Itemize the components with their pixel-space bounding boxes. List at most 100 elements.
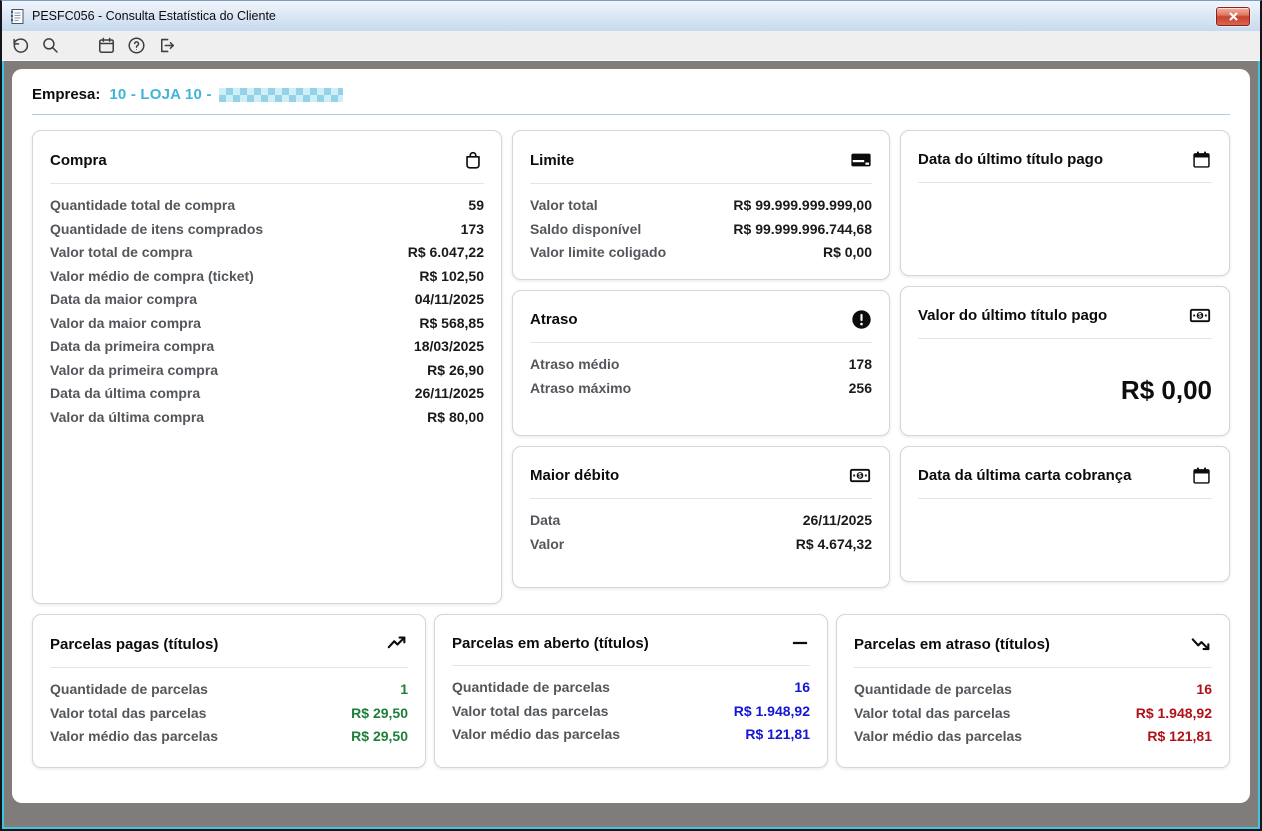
- stat-label: Data da última compra: [50, 385, 201, 401]
- stat-value: R$ 0,00: [822, 244, 872, 260]
- stat-label: Data da maior compra: [50, 291, 198, 307]
- parcelas-em-atraso-card: Parcelas em atraso (títulos) Quantidade …: [836, 614, 1230, 768]
- main-area: Empresa: 10 - LOJA 10 - Compra Quantidad…: [2, 61, 1260, 829]
- stat-label: Data da primeira compra: [50, 338, 215, 354]
- stat-value: R$ 568,85: [419, 314, 484, 331]
- stat-row: Valor limite coligado R$ 0,00: [530, 241, 872, 265]
- stat-value: 178: [848, 356, 872, 372]
- stat-label: Quantidade de parcelas: [854, 681, 1012, 697]
- stat-row: Valor médio das parcelas R$ 121,81: [854, 725, 1212, 749]
- toolbar: [2, 31, 1260, 61]
- stat-value: 04/11/2025: [414, 291, 484, 307]
- stat-value: R$ 99.999.996.744,68: [733, 220, 872, 237]
- divider: [530, 498, 872, 499]
- parcelas-em-aberto-rows: Quantidade de parcelas 16 Valor total das …: [452, 676, 810, 747]
- atraso-rows: Atraso médio 178 Atraso máximo 256: [530, 353, 872, 400]
- card-title: Data do último título pago: [918, 151, 1103, 168]
- calendar-icon: [1191, 465, 1212, 486]
- search-icon[interactable]: [37, 33, 63, 59]
- stat-value: R$ 26,90: [427, 361, 484, 378]
- document-icon: [9, 8, 26, 25]
- stat-label: Valor médio de compra (ticket): [50, 267, 254, 284]
- exclamation-circle-icon: [851, 309, 872, 330]
- right-column: Data do último título pago Valor do últi…: [900, 130, 1230, 604]
- stat-value: R$ 80,00: [427, 408, 484, 425]
- app-window: PESFC056 - Consulta Estatística do Clien…: [0, 0, 1262, 831]
- ultimo-titulo-pago-value: R$ 0,00: [1120, 375, 1212, 405]
- stat-label: Quantidade de itens comprados: [50, 220, 264, 237]
- stat-value: 26/11/2025: [802, 512, 872, 528]
- stat-value: 16: [794, 679, 810, 695]
- stat-value: 59: [468, 197, 484, 213]
- svg-text:$: $: [858, 473, 862, 480]
- data-ultimo-titulo-pago-card: Data do último título pago: [900, 130, 1230, 276]
- header-divider: [32, 114, 1230, 115]
- stat-row: Valor total das parcelas R$ 29,50: [50, 702, 408, 726]
- stat-value: 256: [848, 379, 872, 396]
- compra-card: Compra Quantidade total de compra 59 Quant…: [32, 130, 502, 604]
- stat-label: Valor total das parcelas: [452, 702, 609, 719]
- stat-row: Atraso médio 178: [530, 353, 872, 377]
- divider: [50, 183, 484, 184]
- divider: [854, 667, 1212, 668]
- stat-value: R$ 99.999.999.999,00: [733, 197, 872, 213]
- exit-icon[interactable]: [153, 33, 179, 59]
- card-title: Limite: [530, 151, 575, 169]
- svg-text:$: $: [1198, 313, 1202, 320]
- middle-column: Limite Valor total R$ 99.999.999.999,00 Sa…: [512, 130, 890, 604]
- card-title: Parcelas em atraso (títulos): [854, 635, 1050, 653]
- stat-row: Valor da última compra R$ 80,00: [50, 406, 484, 430]
- stat-row: Valor total das parcelas R$ 1.948,92: [854, 702, 1212, 726]
- undo-icon[interactable]: [7, 33, 33, 59]
- divider: [918, 498, 1212, 499]
- divider: [918, 338, 1212, 339]
- stat-row: Valor total de compra R$ 6.047,22: [50, 241, 484, 265]
- card-title: Parcelas pagas (títulos): [50, 635, 219, 653]
- trend-up-icon: [386, 633, 408, 655]
- stat-value: R$ 6.047,22: [407, 244, 484, 260]
- stat-row: Valor médio das parcelas R$ 29,50: [50, 725, 408, 749]
- calendar-icon: [1191, 149, 1212, 170]
- stat-row: Atraso máximo 256: [530, 377, 872, 401]
- stat-label: Quantidade total de compra: [50, 197, 236, 213]
- dash-icon: [790, 633, 810, 653]
- stat-value: 173: [460, 220, 484, 237]
- stat-row: Quantidade de parcelas 16: [452, 676, 810, 700]
- stat-label: Valor médio das parcelas: [854, 728, 1023, 744]
- divider: [918, 182, 1212, 183]
- stat-label: Atraso médio: [530, 356, 620, 372]
- maior-debito-rows: Data 26/11/2025 Valor R$ 4.674,32: [530, 509, 872, 556]
- atraso-card: Atraso Atraso médio 178 Atraso máximo 256: [512, 290, 890, 436]
- window-title: PESFC056 - Consulta Estatística do Clien…: [32, 9, 276, 23]
- stat-row: Data da maior compra 04/11/2025: [50, 288, 484, 312]
- stat-value: 18/03/2025: [413, 338, 484, 354]
- stat-row: Data da primeira compra 18/03/2025: [50, 335, 484, 359]
- parcelas-pagas-rows: Quantidade de parcelas 1 Valor total das p…: [50, 678, 408, 749]
- stat-label: Quantidade de parcelas: [50, 681, 208, 697]
- stat-row: Valor da maior compra R$ 568,85: [50, 312, 484, 336]
- card-title: Parcelas em aberto (títulos): [452, 634, 649, 652]
- divider: [50, 667, 408, 668]
- empresa-name-redacted: [218, 87, 343, 102]
- stat-value: R$ 121,81: [745, 726, 810, 742]
- stat-value: R$ 29,50: [351, 704, 408, 721]
- stat-label: Quantidade de parcelas: [452, 679, 610, 695]
- stat-row: Valor médio de compra (ticket) R$ 102,50: [50, 265, 484, 289]
- stat-label: Valor médio das parcelas: [452, 726, 621, 742]
- compra-rows: Quantidade total de compra 59 Quantidade d…: [50, 194, 484, 429]
- help-icon[interactable]: [123, 33, 149, 59]
- parcelas-em-aberto-card: Parcelas em aberto (títulos) Quantidade …: [434, 614, 828, 768]
- stat-value: R$ 121,81: [1147, 728, 1212, 744]
- shopping-bag-icon: [462, 149, 484, 171]
- calendar-icon[interactable]: [93, 33, 119, 59]
- empresa-value: 10 - LOJA 10 -: [109, 86, 212, 103]
- credit-card-icon: [850, 149, 872, 171]
- close-button[interactable]: [1216, 6, 1250, 26]
- stat-value: 16: [1196, 681, 1212, 697]
- empresa-header: Empresa: 10 - LOJA 10 -: [32, 86, 1230, 103]
- stat-row: Quantidade de itens comprados 173: [50, 218, 484, 242]
- stat-row: Valor R$ 4.674,32: [530, 533, 872, 557]
- divider: [530, 342, 872, 343]
- stat-value: R$ 1.948,92: [1135, 704, 1212, 721]
- stat-label: Valor total: [530, 197, 598, 213]
